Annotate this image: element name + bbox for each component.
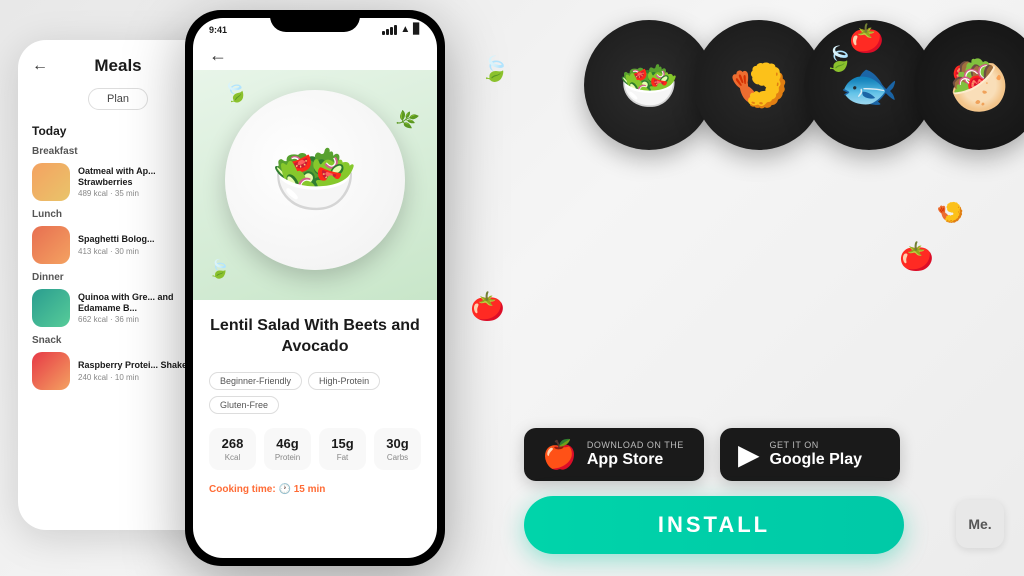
plate-4-food: 🥙 — [949, 57, 1009, 114]
phone-main: 9:41 ▲ ▊ ← 🥗 🍃 🌿 🍃 — [185, 10, 445, 566]
phone-bg-header: ← Meals — [32, 56, 204, 76]
meal-item-raspberry[interactable]: Raspberry Protei... Shake 240 kcal · 10 … — [32, 352, 204, 390]
salad-bowl: 🥗 — [225, 90, 405, 270]
plate-4: 🥙 — [914, 20, 1024, 150]
nutrition-kcal: 268 Kcal — [209, 428, 256, 470]
nutrition-protein-label: Protein — [268, 453, 307, 462]
battery-icon: ▊ — [413, 24, 421, 35]
app-store-text: Download on the App Store — [587, 440, 684, 469]
cooking-time: Cooking time: 🕐 15 min — [209, 484, 421, 495]
google-play-text: GET IT ON Google Play — [770, 440, 862, 469]
right-area: 🥗 🍤 🐟 🥙 🍎 Download on the App Store ▶ GE… — [494, 0, 1024, 576]
plate-1-food: 🥗 — [619, 57, 679, 114]
deco-tomato-3: 🍅 — [899, 240, 934, 273]
category-dinner: Dinner — [32, 272, 204, 283]
google-play-button[interactable]: ▶ GET IT ON Google Play — [720, 428, 900, 481]
food-detail: Lentil Salad With Beets and Avocado Begi… — [193, 300, 437, 495]
deco-shrimp: 🍤 — [937, 200, 964, 226]
status-right: ▲ ▊ — [382, 24, 421, 35]
meal-item-spaghetti[interactable]: Spaghetti Bolog... 413 kcal · 30 min — [32, 226, 204, 264]
tag-beginner[interactable]: Beginner-Friendly — [209, 372, 302, 390]
nutrition-fat-value: 15g — [323, 436, 362, 451]
phone-main-inner: 9:41 ▲ ▊ ← 🥗 🍃 🌿 🍃 — [193, 18, 437, 558]
meal-thumb-quinoa — [32, 289, 70, 327]
food-tags: Beginner-Friendly High-Protein Gluten-Fr… — [209, 372, 421, 414]
install-button[interactable]: INSTALL — [524, 496, 904, 554]
google-play-sub: GET IT ON — [770, 440, 862, 450]
meal-thumb-spaghetti — [32, 226, 70, 264]
category-snack: Snack — [32, 335, 204, 346]
food-title: Lentil Salad With Beets and Avocado — [209, 316, 421, 358]
phone-notch — [270, 10, 360, 32]
apple-icon: 🍎 — [542, 438, 577, 471]
plate-2-food: 🍤 — [729, 57, 789, 114]
nutrition-protein-value: 46g — [268, 436, 307, 451]
tag-gluten[interactable]: Gluten-Free — [209, 396, 279, 414]
download-section: 🍎 Download on the App Store ▶ GET IT ON … — [524, 428, 900, 481]
meal-item-oatmeal[interactable]: Oatmeal with Ap... Strawberries 489 kcal… — [32, 163, 204, 201]
deco-tomato-2: 🍅 — [849, 22, 884, 55]
float-leaf-3: 🍃 — [208, 259, 230, 280]
meal-thumb-oatmeal — [32, 163, 70, 201]
food-nutrition: 268 Kcal 46g Protein 15g Fat 30g Carbs — [209, 428, 421, 470]
app-store-main: App Store — [587, 450, 684, 469]
category-lunch: Lunch — [32, 209, 204, 220]
bg-back-button[interactable]: ← — [32, 57, 48, 75]
plan-button[interactable]: Plan — [88, 88, 148, 110]
app-store-sub: Download on the — [587, 440, 684, 450]
float-leaf-1: 🍃 — [219, 76, 251, 108]
nutrition-kcal-value: 268 — [213, 436, 252, 451]
nutrition-carbs-value: 30g — [378, 436, 417, 451]
nutrition-fat-label: Fat — [323, 453, 362, 462]
wifi-icon: ▲ — [400, 24, 410, 35]
tag-protein[interactable]: High-Protein — [308, 372, 380, 390]
main-back-button[interactable]: ← — [193, 35, 437, 70]
nutrition-kcal-label: Kcal — [213, 453, 252, 462]
deco-leaf: 🍃 — [480, 55, 510, 84]
category-breakfast: Breakfast — [32, 146, 204, 157]
food-emoji: 🥗 — [271, 139, 358, 221]
today-label: Today — [32, 124, 204, 138]
nutrition-carbs: 30g Carbs — [374, 428, 421, 470]
cooking-label: Cooking time: — [209, 484, 276, 495]
nutrition-fat: 15g Fat — [319, 428, 366, 470]
cooking-value: 15 min — [294, 484, 326, 495]
meal-item-quinoa[interactable]: Quinoa with Gre... and Edamame B... 662 … — [32, 289, 204, 327]
nutrition-carbs-label: Carbs — [378, 453, 417, 462]
google-play-icon: ▶ — [738, 438, 760, 471]
app-store-button[interactable]: 🍎 Download on the App Store — [524, 428, 704, 481]
meal-thumb-raspberry — [32, 352, 70, 390]
status-time: 9:41 — [209, 25, 227, 35]
deco-tomato: 🍅 — [470, 290, 505, 323]
food-image: 🥗 🍃 🌿 🍃 — [193, 70, 437, 300]
bg-title: Meals — [94, 56, 141, 76]
profile-avatar[interactable]: Me. — [956, 500, 1004, 548]
signal-icon — [382, 25, 397, 35]
float-leaf-2: 🌿 — [393, 106, 420, 133]
nutrition-protein: 46g Protein — [264, 428, 311, 470]
plates-row: 🥗 🍤 🐟 🥙 — [584, 20, 1024, 150]
google-play-main: Google Play — [770, 450, 862, 469]
